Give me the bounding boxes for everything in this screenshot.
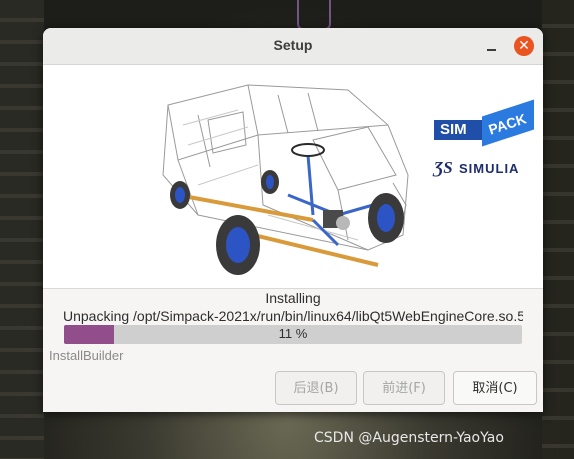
back-button[interactable]: 后退(B): [275, 371, 357, 405]
desktop-background-right: [542, 0, 574, 459]
window-title: Setup: [273, 37, 313, 53]
status-heading: Installing: [265, 290, 321, 306]
status-path: Unpacking /opt/Simpack-2021x/run/bin/lin…: [63, 308, 523, 324]
title-bar[interactable]: Setup ✕: [43, 28, 543, 65]
desktop-decoration: [297, 0, 331, 30]
watermark: CSDN @Augenstern-YaoYao: [314, 430, 504, 446]
cancel-button[interactable]: 取消(C): [453, 371, 537, 405]
simulia-logo-text: SIMULIA: [459, 161, 520, 176]
3ds-icon: ƷS: [434, 158, 453, 177]
van-chassis-illustration: [162, 84, 409, 275]
installbuilder-label: InstallBuilder: [49, 348, 124, 363]
installer-banner: SIM PACK ƷS SIMULIA: [43, 65, 543, 289]
minimize-button[interactable]: [483, 37, 501, 55]
simulia-logo: ƷS SIMULIA: [434, 158, 534, 180]
simpack-logo: SIM PACK: [434, 99, 534, 148]
close-button[interactable]: ✕: [514, 36, 534, 56]
progress-label: 11 %: [278, 326, 308, 341]
simpack-logo-sim: SIM: [440, 121, 467, 138]
close-icon: ✕: [518, 38, 530, 54]
desktop-background-left: [0, 0, 44, 459]
next-button[interactable]: 前进(F): [363, 371, 445, 405]
progress-bar: 11 %: [64, 325, 522, 344]
setup-window: Setup ✕ SIM PACK ƷS SIMULIA Installing U…: [43, 28, 543, 412]
